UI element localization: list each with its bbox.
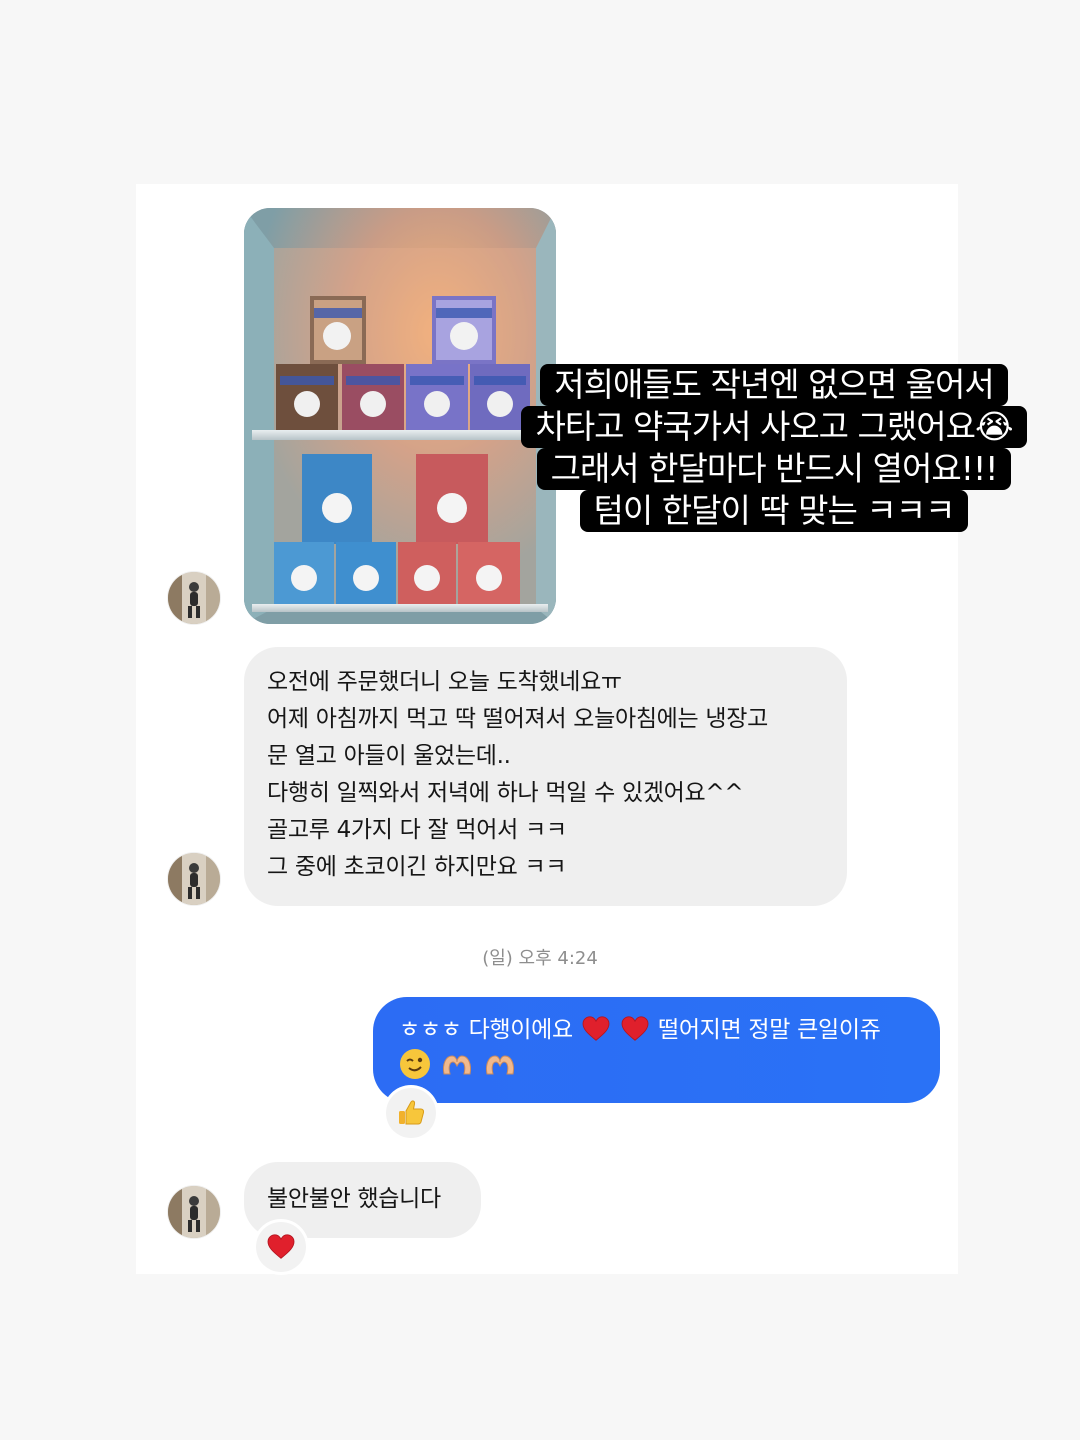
thumbs-up-icon — [399, 1100, 425, 1125]
story-caption: 저희애들도 작년엔 없으면 울어서 차타고 약국가서 사오고 그랬어요😭 그래서… — [512, 364, 1036, 532]
message-line: 어제 아침까지 먹고 딱 떨어져서 오늘아침에는 냉장고 — [267, 706, 768, 732]
outgoing-message-bubble[interactable]: ㅎㅎㅎ 다행이에요 떨어지면 정말 큰일이쥬 — [373, 997, 940, 1103]
sender-avatar[interactable] — [168, 1186, 220, 1238]
outgoing-text-part1: ㅎㅎㅎ 다행이에요 — [399, 1017, 573, 1043]
message-reaction[interactable] — [256, 1222, 306, 1272]
red-heart-icon — [621, 1016, 649, 1041]
incoming-message-bubble[interactable]: 오전에 주문했더니 오늘 도착했네요ㅠ 어제 아침까지 먹고 딱 떨어져서 오늘… — [244, 647, 847, 906]
photo-message[interactable] — [244, 208, 556, 624]
message-reaction[interactable] — [386, 1088, 436, 1138]
sender-avatar[interactable] — [168, 572, 220, 624]
person-photo-icon — [168, 853, 220, 905]
message-line: 다행히 일찍와서 저녁에 하나 먹일 수 있겠어요^^ — [267, 780, 744, 806]
fridge-photo — [244, 208, 556, 624]
red-heart-icon — [582, 1016, 610, 1041]
outgoing-emoji-line — [399, 1048, 916, 1085]
winking-face-icon — [400, 1049, 430, 1079]
caption-line: 저희애들도 작년엔 없으면 울어서 — [540, 364, 1008, 406]
person-photo-icon — [168, 1186, 220, 1238]
message-line: 문 열고 아들이 울었는데.. — [267, 743, 511, 769]
message-line: 불안불안 했습니다 — [267, 1186, 441, 1212]
caption-line: 텀이 한달이 딱 맞는 ㅋㅋㅋ — [579, 490, 969, 532]
outgoing-message-line: ㅎㅎㅎ 다행이에요 떨어지면 정말 큰일이쥬 — [399, 1012, 916, 1048]
heart-hands-icon — [486, 1055, 515, 1075]
heart-icon — [267, 1234, 295, 1259]
message-timestamp: (일) 오후 4:24 — [482, 948, 598, 969]
message-line: 그 중에 초코이긴 하지만요 ㅋㅋ — [267, 854, 567, 880]
sender-avatar[interactable] — [168, 853, 220, 905]
message-line: 골고루 4가지 다 잘 먹어서 ㅋㅋ — [267, 817, 567, 843]
message-line: 오전에 주문했더니 오늘 도착했네요ㅠ — [267, 669, 622, 695]
caption-line: 그래서 한달마다 반드시 열어요!!! — [536, 448, 1012, 490]
heart-hands-icon — [443, 1055, 471, 1075]
outgoing-text-part2: 떨어지면 정말 큰일이쥬 — [657, 1017, 881, 1043]
caption-line: 차타고 약국가서 사오고 그랬어요😭 — [521, 406, 1027, 448]
person-photo-icon — [168, 572, 220, 624]
